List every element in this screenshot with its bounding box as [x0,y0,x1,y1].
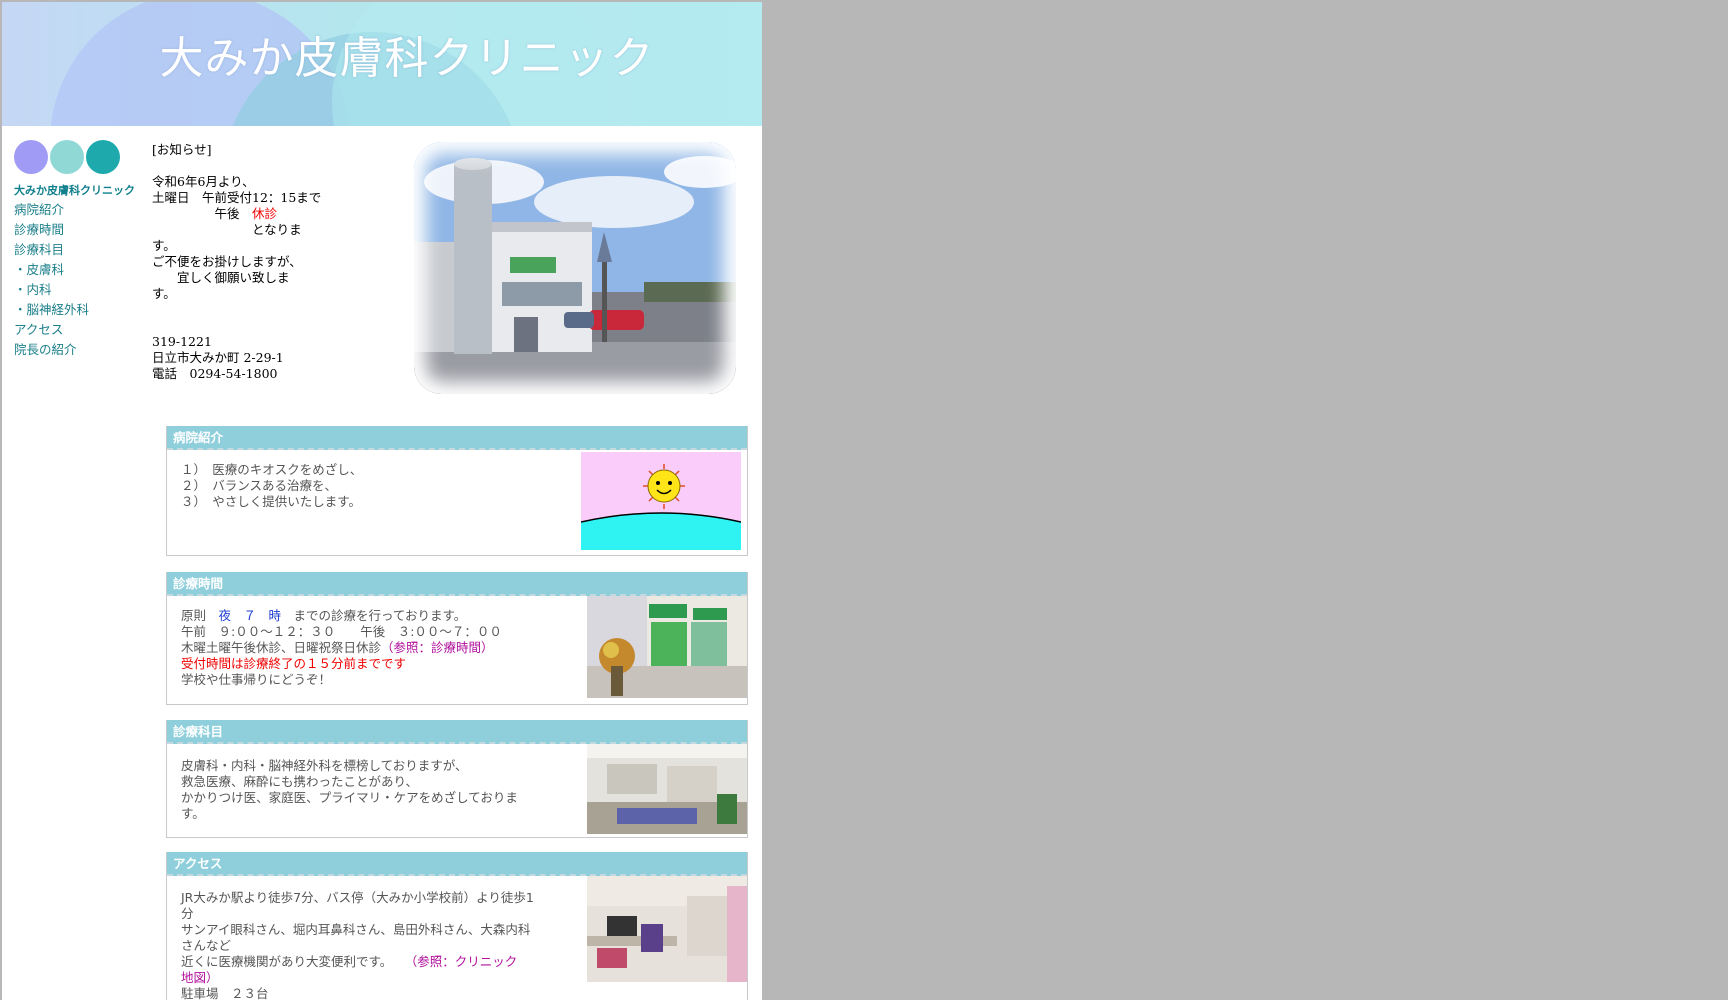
notice-line: ご不便をお掛けしますが、 [152,254,302,269]
clinic-building-photo [414,142,736,394]
entrance-photo [587,596,747,698]
section-access: アクセス JR大みか駅より徒歩7分、バス停（大みか小学校前）より徒歩1 分 サン… [166,852,748,1000]
nav-link-dermatology[interactable]: ・皮膚科 [14,260,89,280]
circle-icon [50,140,84,174]
notice-line: 宜しく御願い致しま [152,270,290,285]
access-line: 駐車場 ２３台 [181,986,269,1000]
street-address: 日立市大みか町 2-29-1 [152,350,284,365]
map-reference-link-cont[interactable]: 地図） [181,970,551,986]
section-hours: 診療時間 原則 夜 ７ 時 までの診療を行っております。 午前 ９:００～１２：… [166,572,748,705]
notice-line: 令和6年6月より、 [152,174,255,189]
notice-line: す。 [152,238,176,253]
hours-line: 学校や仕事帰りにどうぞ！ [181,672,332,687]
section-heading: 診療科目 [167,720,747,744]
clinic-title: 大みか皮膚科クリニック [159,33,655,84]
depts-line: 皮膚科・内科・脳神経外科を標榜しておりますが、 [181,758,468,773]
notice-heading: [お知らせ] [152,142,212,157]
section-hospital-intro: 病院紹介 １） 医療のキオスクをめざし、 ２） バランスある治療を、 ３） やさ… [166,426,748,556]
hours-highlight: 夜 ７ 時 [218,608,282,623]
circle-icon [86,140,120,174]
access-line: 近くに医療機関があり大変便利です。 [181,954,412,969]
notice-closed: 休診 [252,206,278,221]
access-line: サンアイ眼科さん、堀内耳鼻科さん、島田外科さん、大森内科 [181,922,531,937]
notice-line: 午後 [152,206,253,221]
nav-link-hospital-intro[interactable]: 病院紹介 [14,200,89,220]
intro-line: １） 医療のキオスクをめざし、 [181,462,363,477]
section-body: 皮膚科・内科・脳神経外科を標榜しておりますが、 救急医療、麻酔にも携わったことが… [167,744,747,836]
waiting-room-photo [587,744,747,834]
access-line: 分 [181,906,194,921]
circle-icon [14,140,48,174]
section-departments: 診療科目 皮膚科・内科・脳神経外科を標榜しておりますが、 救急医療、麻酔にも携わ… [166,720,748,838]
section-body: １） 医療のキオスクをめざし、 ２） バランスある治療を、 ３） やさしく提供い… [167,450,747,554]
nav-link-neurosurgery[interactable]: ・脳神経外科 [14,300,89,320]
access-line: さんなど [181,938,232,953]
section-body: JR大みか駅より徒歩7分、バス停（大みか小学校前）より徒歩1 分 サンアイ眼科さ… [167,876,747,1000]
nav-link-hours[interactable]: 診療時間 [14,220,89,240]
consultation-room-photo [587,876,747,982]
section-heading: 病院紹介 [167,426,747,450]
phone-number: 電話 0294-54-1800 [152,366,278,381]
nav-link-departments[interactable]: 診療科目 [14,240,89,260]
hours-line: 午前 ９:００～１２：３０ 午後 ３:００～７：００ [181,624,502,639]
intro-text: １） 医療のキオスクをめざし、 ２） バランスある治療を、 ３） やさしく提供い… [181,462,362,510]
notice-line: 土曜日 午前受付12：15まで [152,190,322,205]
nav-link-access[interactable]: アクセス [14,320,89,340]
access-line: JR大みか駅より徒歩7分、バス停（大みか小学校前）より徒歩1 [181,890,534,905]
photo-vignette [414,142,736,394]
header-banner: 大みか皮膚科クリニック [2,2,762,126]
notice-line: となりま [152,222,302,237]
access-text: JR大みか駅より徒歩7分、バス停（大みか小学校前）より徒歩1 分 サンアイ眼科さ… [181,890,551,1000]
postal-code: 319-1221 [152,334,212,349]
hours-warning: 受付時間は診療終了の１５分前までです [181,656,407,671]
hours-reference-link[interactable]: （参照：診療時間） [381,640,494,655]
section-body: 原則 夜 ７ 時 までの診療を行っております。 午前 ９:００～１２：３０ 午後… [167,596,747,703]
sidebar-title: 大みか皮膚科クリニック [14,184,135,197]
hours-text: 原則 夜 ７ 時 までの診療を行っております。 午前 ９:００～１２：３０ 午後… [181,608,502,688]
map-reference-link[interactable]: （参照：クリニック [411,954,517,969]
depts-line: す。 [181,806,205,821]
intro-line: ３） やさしく提供いたします。 [181,494,362,509]
address-block: 319-1221 日立市大みか町 2-29-1 電話 0294-54-1800 [152,334,284,382]
notice-line: す。 [152,286,176,301]
section-heading: アクセス [167,852,747,876]
decorative-circles [14,140,122,177]
nav-link-director[interactable]: 院長の紹介 [14,340,89,360]
depts-line: 救急医療、麻酔にも携わったことがあり、 [181,774,419,789]
sidebar-nav: 病院紹介 診療時間 診療科目 ・皮膚科 ・内科 ・脳神経外科 アクセス 院長の紹… [14,200,89,360]
depts-line: かかりつけ医、家庭医、プライマリ・ケアをめざしておりま [181,790,518,805]
depts-text: 皮膚科・内科・脳神経外科を標榜しておりますが、 救急医療、麻酔にも携わったことが… [181,758,518,822]
hours-line: 木曜土曜午後休診、日曜祝祭日休診 [181,640,382,655]
notice-box: [お知らせ] 令和6年6月より、 土曜日 午前受付12：15まで 午後 休診 となり… [152,142,322,302]
hours-line: 原則 [181,608,219,623]
sun-illustration [581,452,741,550]
section-heading: 診療時間 [167,572,747,596]
intro-line: ２） バランスある治療を、 [181,478,338,493]
nav-link-internal-medicine[interactable]: ・内科 [14,280,89,300]
hours-line: までの診療を行っております。 [281,608,467,623]
page: 大みか皮膚科クリニック 大みか皮膚科クリニック 病院紹介 診療時間 診療科目 ・… [2,2,762,1000]
